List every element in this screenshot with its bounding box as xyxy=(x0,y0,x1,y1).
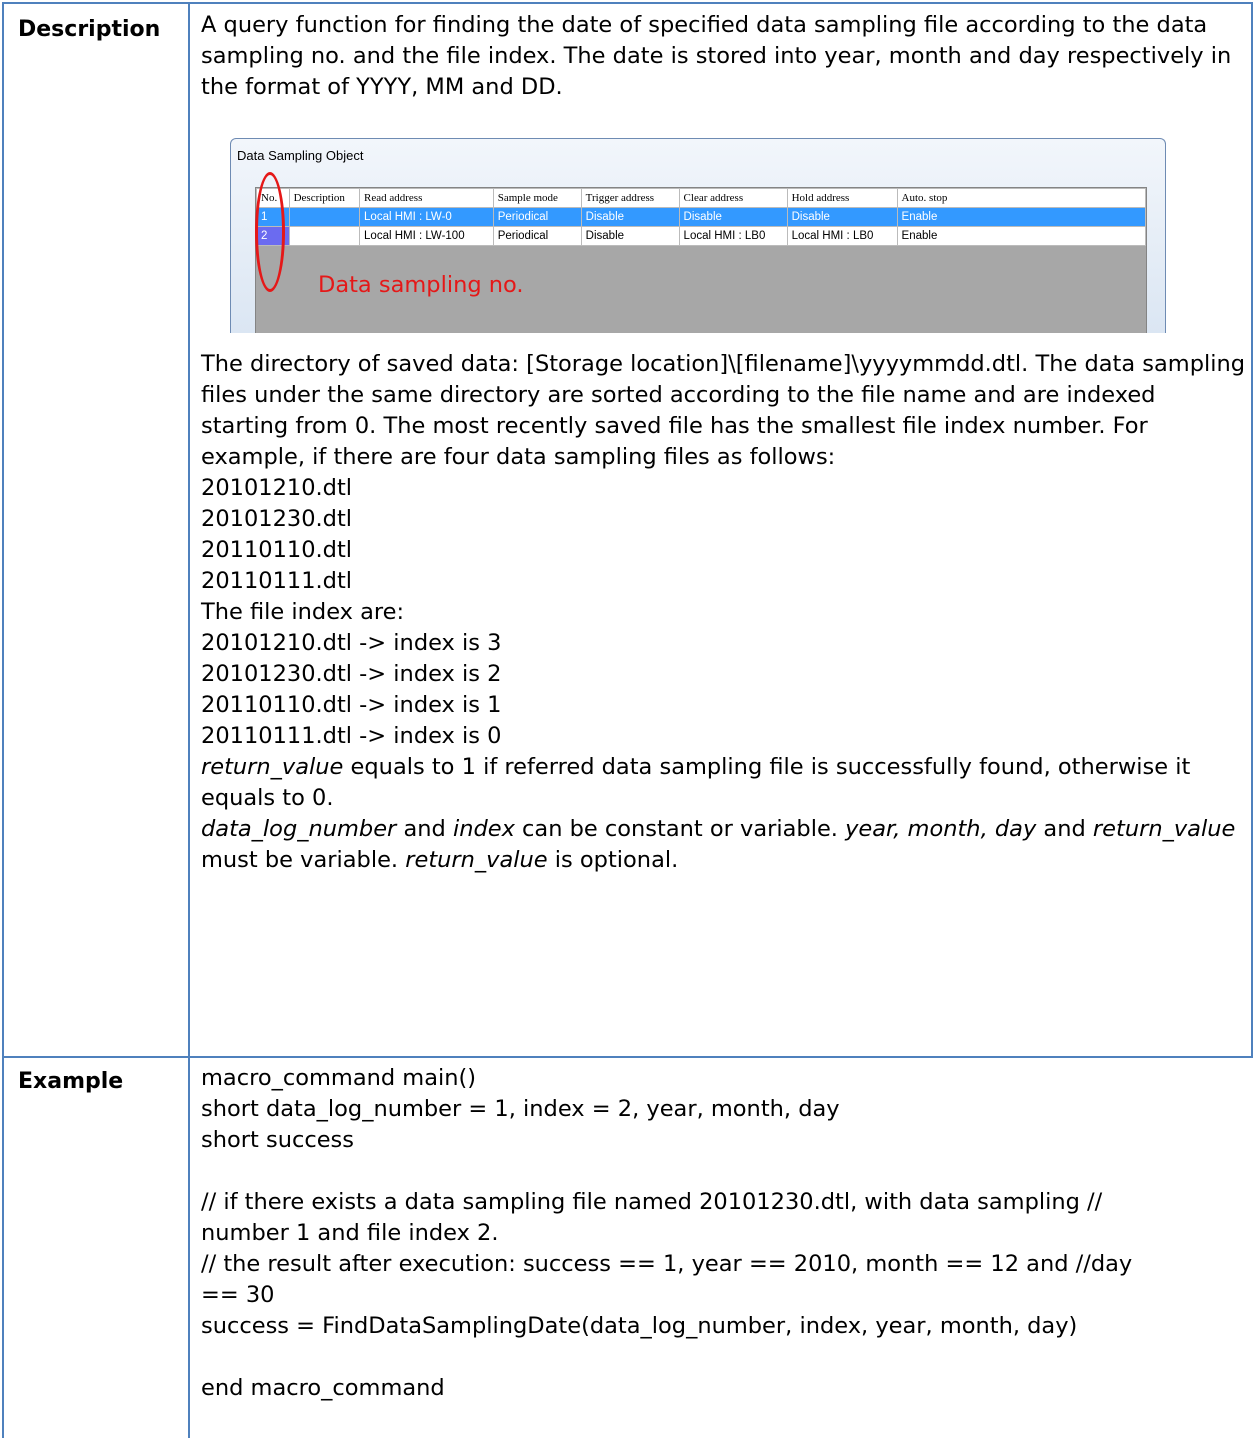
table-column-divider xyxy=(188,2,190,1438)
col-sample-mode[interactable]: Sample mode xyxy=(492,188,582,208)
index-line: 20110111.dtl -> index is 0 xyxy=(201,723,502,749)
code-line: success = FindDataSamplingDate(data_log_… xyxy=(201,1313,1078,1339)
cell-read-address: Local HMI : LW-100 xyxy=(359,226,494,246)
cell-auto-stop: Enable xyxy=(896,207,1147,227)
text-run: must be variable. xyxy=(201,847,406,873)
code-term: return_value xyxy=(1092,816,1236,842)
file-line: 20101210.dtl xyxy=(201,475,353,501)
description-label: Description xyxy=(18,17,161,42)
document-page: Description Example A query function for… xyxy=(0,0,1253,1438)
col-hold-address[interactable]: Hold address xyxy=(786,188,898,208)
code-line: short data_log_number = 1, index = 2, ye… xyxy=(201,1096,840,1122)
code-line: end macro_command xyxy=(201,1375,445,1401)
table-row[interactable]: 2 Local HMI : LW-100 Periodical Disable … xyxy=(256,226,1147,246)
example-code: macro_command main() short data_log_numb… xyxy=(201,1063,1246,1404)
file-line: 20110110.dtl xyxy=(201,537,353,563)
text-run: can be constant or variable. xyxy=(514,816,846,842)
cell-trigger-address: Disable xyxy=(580,207,680,227)
cell-auto-stop: Enable xyxy=(896,226,1147,246)
directory-paragraph: The directory of saved data: [Storage lo… xyxy=(201,351,1246,470)
code-term: data_log_number xyxy=(201,816,397,842)
cell-clear-address: Disable xyxy=(678,207,788,227)
dialog-title: Data Sampling Object xyxy=(237,148,364,163)
cell-hold-address: Local HMI : LB0 xyxy=(786,226,898,246)
code-term: index xyxy=(452,816,515,842)
col-read-address[interactable]: Read address xyxy=(359,188,494,208)
code-line: // the result after execution: success =… xyxy=(201,1251,1133,1277)
cell-description xyxy=(288,207,361,227)
highlight-oval xyxy=(255,172,285,292)
cell-description xyxy=(288,226,361,246)
code-term: year, month, day xyxy=(845,816,1037,842)
col-auto-stop[interactable]: Auto. stop xyxy=(896,188,1147,208)
text-run: equals to 1 if referred data sampling fi… xyxy=(201,754,1191,811)
cell-read-address: Local HMI : LW-0 xyxy=(359,207,494,227)
data-sampling-no-annotation: Data sampling no. xyxy=(318,272,524,298)
index-heading: The file index are: xyxy=(201,599,405,625)
col-description[interactable]: Description xyxy=(288,188,361,208)
code-line: == 30 xyxy=(201,1282,275,1308)
cell-hold-address: Disable xyxy=(786,207,898,227)
intro-text: A query function for finding the date of… xyxy=(201,12,1232,100)
cell-clear-address: Local HMI : LB0 xyxy=(678,226,788,246)
col-trigger-address[interactable]: Trigger address xyxy=(580,188,680,208)
return-value-paragraph: return_value equals to 1 if referred dat… xyxy=(201,752,1246,814)
table-row[interactable]: 1 Local HMI : LW-0 Periodical Disable Di… xyxy=(256,207,1147,227)
code-line: // if there exists a data sampling file … xyxy=(201,1189,1103,1215)
text-run: and xyxy=(396,816,453,842)
code-term: return_value xyxy=(201,754,344,780)
cell-sample-mode: Periodical xyxy=(492,226,582,246)
text-run: and xyxy=(1036,816,1093,842)
file-line: 20110111.dtl xyxy=(201,568,353,594)
row-divider xyxy=(2,1056,1253,1058)
code-term: return_value xyxy=(405,847,548,873)
index-line: 20101210.dtl -> index is 3 xyxy=(201,630,502,656)
table-left-border xyxy=(2,2,4,1438)
description-intro: A query function for finding the date of… xyxy=(201,10,1246,103)
col-clear-address[interactable]: Clear address xyxy=(678,188,788,208)
data-sampling-table: No. Description Read address Sample mode… xyxy=(256,188,1147,246)
file-line: 20101230.dtl xyxy=(201,506,353,532)
code-line: short success xyxy=(201,1127,354,1153)
code-line: macro_command main() xyxy=(201,1065,477,1091)
text-run: is optional. xyxy=(547,847,679,873)
cell-trigger-address: Disable xyxy=(580,226,680,246)
code-line: number 1 and file index 2. xyxy=(201,1220,499,1246)
variables-paragraph: data_log_number and index can be constan… xyxy=(201,814,1246,876)
dialog-list-panel: No. Description Read address Sample mode… xyxy=(255,187,1147,333)
cell-sample-mode: Periodical xyxy=(492,207,582,227)
index-line: 20101230.dtl -> index is 2 xyxy=(201,661,502,687)
index-line: 20110110.dtl -> index is 1 xyxy=(201,692,502,718)
table-header-row: No. Description Read address Sample mode… xyxy=(256,188,1147,208)
description-body: The directory of saved data: [Storage lo… xyxy=(201,349,1246,876)
data-sampling-dialog: Data Sampling Object No. Description Rea… xyxy=(230,138,1166,333)
example-label: Example xyxy=(18,1069,124,1094)
